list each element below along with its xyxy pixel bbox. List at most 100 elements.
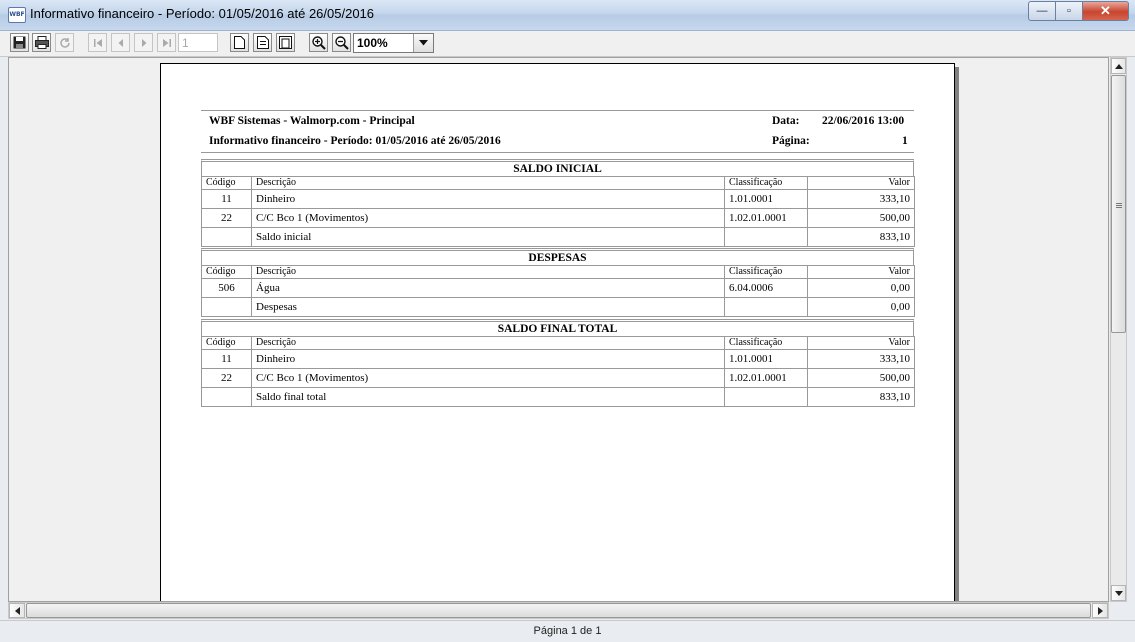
column-header-description: Descrição — [251, 265, 725, 279]
close-button[interactable]: ✕ — [1083, 1, 1129, 21]
date-label: Data: — [772, 115, 800, 127]
cell-value: 333,10 — [807, 189, 915, 209]
one-page-icon — [234, 36, 245, 49]
prev-page-icon — [118, 38, 123, 47]
section-title: SALDO FINAL TOTAL — [201, 319, 914, 336]
one-page-button[interactable] — [230, 33, 249, 52]
maximize-icon: ▫ — [1067, 5, 1071, 17]
report-subtitle: Informativo financeiro - Período: 01/05/… — [209, 135, 501, 147]
first-page-button[interactable] — [88, 33, 107, 52]
section-despesas: DESPESAS Código Descrição Classificação … — [201, 248, 915, 317]
app-icon: WBF — [8, 7, 26, 23]
refresh-button[interactable] — [55, 33, 74, 52]
column-header-code: Código — [201, 176, 252, 190]
zoom-in-icon — [311, 35, 326, 50]
vertical-scroll-thumb[interactable] — [1111, 75, 1126, 333]
header-bottom-rule — [201, 152, 914, 153]
zoom-select[interactable]: 100% — [353, 33, 434, 53]
maximize-button[interactable]: ▫ — [1056, 1, 1083, 21]
column-header-description: Descrição — [251, 336, 725, 350]
table-row: 22 C/C Bco 1 (Movimentos) 1.02.01.0001 5… — [201, 208, 915, 228]
arrow-down-icon — [1114, 590, 1123, 596]
column-header-code: Código — [201, 336, 252, 350]
status-bar: Página 1 de 1 — [0, 620, 1135, 642]
cell-classification: 1.01.0001 — [724, 349, 808, 369]
first-page-icon — [93, 38, 102, 47]
cell-total-description: Saldo final total — [251, 387, 725, 407]
zoom-in-button[interactable] — [309, 33, 328, 52]
cell-classification: 6.04.0006 — [724, 278, 808, 298]
column-header-classification: Classificação — [724, 336, 808, 350]
cell-code — [201, 227, 252, 247]
arrow-left-icon — [14, 606, 20, 615]
print-button[interactable] — [32, 33, 51, 52]
section-title: SALDO INICIAL — [201, 159, 914, 176]
full-page-button[interactable] — [276, 33, 295, 52]
next-page-icon — [141, 38, 146, 47]
horizontal-scroll-thumb[interactable] — [26, 603, 1091, 618]
zoom-dropdown-button[interactable] — [413, 34, 433, 52]
cell-total-description: Despesas — [251, 297, 725, 317]
cell-code: 22 — [201, 208, 252, 228]
cell-description: Dinheiro — [251, 349, 725, 369]
cell-total-value: 833,10 — [807, 387, 915, 407]
total-row: Saldo final total 833,10 — [201, 387, 915, 407]
page-width-button[interactable] — [253, 33, 272, 52]
cell-description: C/C Bco 1 (Movimentos) — [251, 368, 725, 388]
minimize-button[interactable]: — — [1028, 1, 1056, 21]
column-header-value: Valor — [807, 265, 915, 279]
full-page-icon — [279, 36, 292, 49]
last-page-button[interactable] — [157, 33, 176, 52]
window-title: Informativo financeiro - Período: 01/05/… — [30, 6, 375, 21]
cell-code: 506 — [201, 278, 252, 298]
column-header-row: Código Descrição Classificação Valor — [201, 176, 915, 190]
status-page-count: Página 1 de 1 — [533, 625, 602, 637]
zoom-out-icon — [334, 35, 349, 50]
report-company: WBF Sistemas - Walmorp.com - Principal — [209, 115, 415, 127]
column-header-code: Código — [201, 265, 252, 279]
cell-value: 500,00 — [807, 368, 915, 388]
page-value: 1 — [902, 135, 908, 147]
page-number-input[interactable]: 1 — [178, 33, 218, 52]
report-page: WBF Sistemas - Walmorp.com - Principal D… — [160, 63, 955, 601]
refresh-icon — [59, 37, 70, 48]
arrow-up-icon — [1114, 63, 1123, 69]
scroll-up-button[interactable] — [1111, 58, 1126, 74]
column-header-row: Código Descrição Classificação Valor — [201, 265, 915, 279]
preview-area[interactable]: WBF Sistemas - Walmorp.com - Principal D… — [8, 57, 1109, 602]
scroll-right-button[interactable] — [1092, 603, 1108, 618]
section-saldo-final-total: SALDO FINAL TOTAL Código Descrição Class… — [201, 319, 915, 407]
cell-code — [201, 387, 252, 407]
print-icon — [34, 36, 49, 49]
section-saldo-inicial: SALDO INICIAL Código Descrição Classific… — [201, 159, 915, 247]
grip-line — [1116, 205, 1122, 206]
cell-description: C/C Bco 1 (Movimentos) — [251, 208, 725, 228]
column-header-classification: Classificação — [724, 265, 808, 279]
cell-total-value: 833,10 — [807, 227, 915, 247]
last-page-icon — [162, 38, 171, 47]
cell-description: Água — [251, 278, 725, 298]
cell-code: 11 — [201, 349, 252, 369]
section-title: DESPESAS — [201, 248, 914, 265]
scroll-left-button[interactable] — [9, 603, 25, 618]
prev-page-button[interactable] — [111, 33, 130, 52]
column-header-description: Descrição — [251, 176, 725, 190]
horizontal-scrollbar[interactable] — [8, 602, 1109, 619]
arrow-right-icon — [1097, 606, 1103, 615]
close-icon: ✕ — [1100, 3, 1111, 18]
vertical-scrollbar[interactable] — [1110, 57, 1127, 602]
save-button[interactable] — [10, 33, 29, 52]
header-top-rule — [201, 110, 914, 111]
report-table: Código Descrição Classificação Valor 11 … — [201, 336, 915, 407]
zoom-value: 100% — [357, 36, 388, 50]
scroll-down-button[interactable] — [1111, 585, 1126, 601]
cell-code — [201, 297, 252, 317]
report-table: Código Descrição Classificação Valor 506… — [201, 265, 915, 317]
next-page-button[interactable] — [134, 33, 153, 52]
column-header-value: Valor — [807, 336, 915, 350]
cell-code: 11 — [201, 189, 252, 209]
save-icon — [13, 36, 26, 49]
zoom-out-button[interactable] — [332, 33, 351, 52]
page-width-icon — [256, 36, 269, 49]
table-row: 11 Dinheiro 1.01.0001 333,10 — [201, 349, 915, 369]
